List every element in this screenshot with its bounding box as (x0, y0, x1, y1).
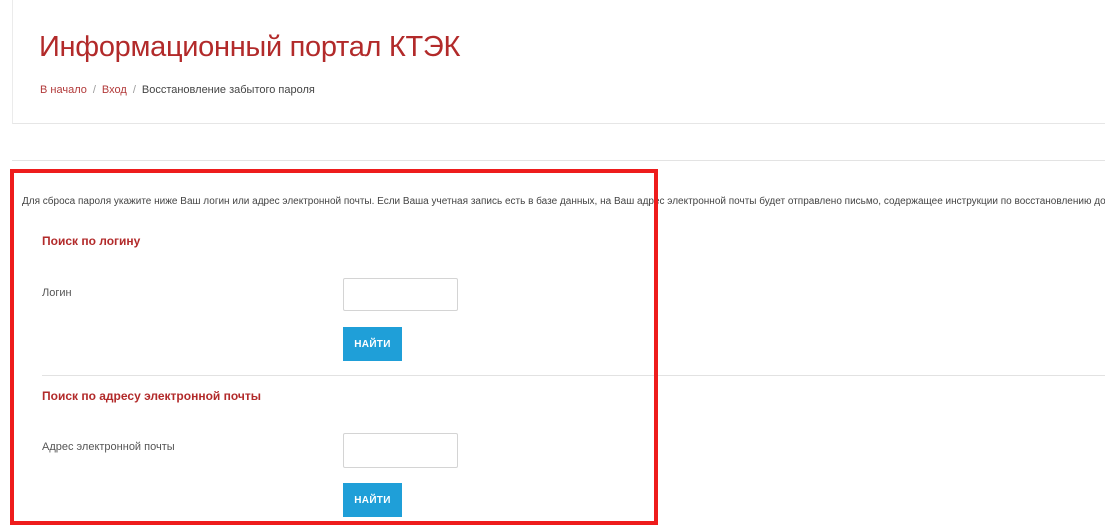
find-by-email-button[interactable]: НАЙТИ (343, 483, 402, 517)
breadcrumb-home-link[interactable]: В начало (40, 84, 87, 96)
breadcrumb-separator: / (92, 84, 96, 96)
login-input[interactable] (343, 278, 458, 311)
instructions-text: Для сброса пароля укажите ниже Ваш логин… (22, 196, 1105, 207)
breadcrumb-current: Восстановление забытого пароля (141, 84, 315, 96)
email-search-heading: Поиск по адресу электронной почты (42, 389, 261, 403)
breadcrumb-login-link[interactable]: Вход (102, 84, 127, 96)
page-header: Информационный портал КТЭК В начало / Вход… (12, 0, 1105, 124)
section-divider (42, 375, 1105, 376)
find-by-login-button[interactable]: НАЙТИ (343, 327, 402, 361)
login-field-label: Логин (42, 287, 72, 299)
breadcrumb: В начало / Вход / Восстановление забытого па… (40, 84, 315, 96)
breadcrumb-separator: / (132, 84, 136, 96)
page: Информационный портал КТЭК В начало / Вход… (0, 0, 1105, 528)
email-field-label: Адрес электронной почты (42, 441, 175, 453)
content-divider (12, 160, 1105, 161)
email-input[interactable] (343, 433, 458, 468)
login-search-heading: Поиск по логину (42, 234, 141, 248)
highlight-annotation-box (10, 169, 658, 525)
page-title: Информационный портал КТЭК (39, 31, 461, 63)
